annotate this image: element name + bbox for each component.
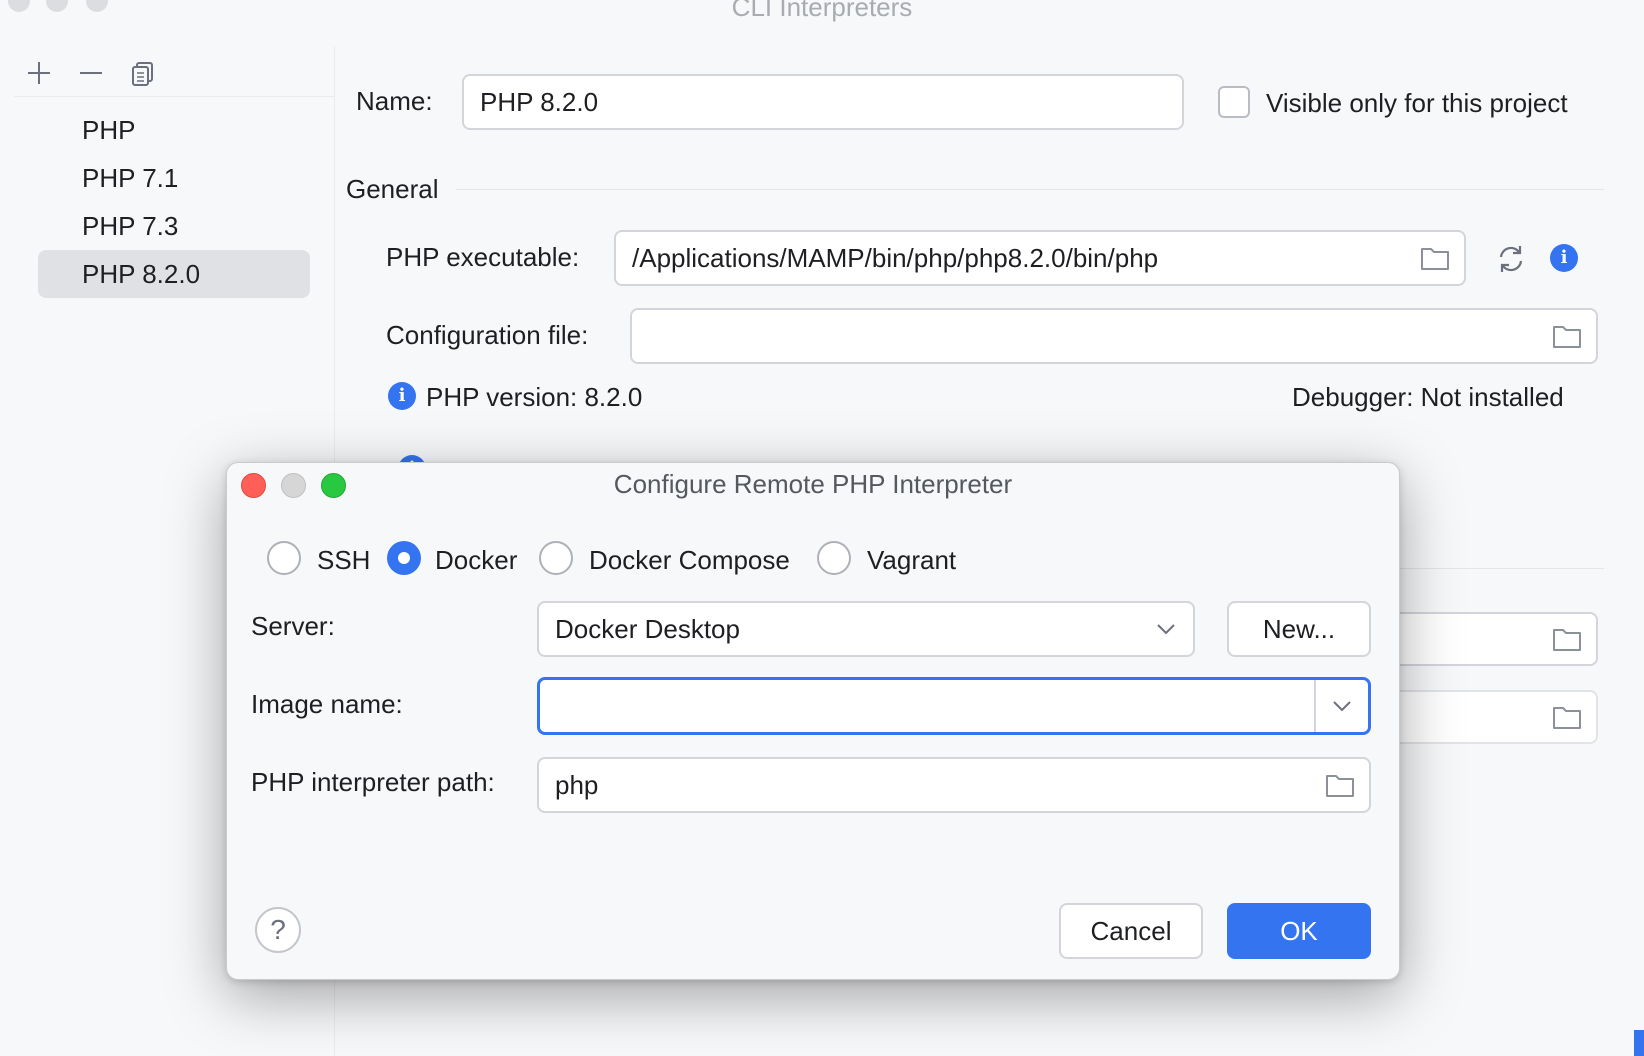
toolbar-separator — [14, 96, 335, 97]
image-name-dropdown-arrow[interactable] — [1314, 680, 1368, 732]
php-version-info-icon: i — [388, 382, 416, 410]
php-version-text: PHP version: 8.2.0 — [426, 382, 643, 412]
server-value: Docker Desktop — [555, 613, 740, 644]
visible-only-checkbox[interactable] — [1218, 86, 1250, 118]
docker-compose-radio-label[interactable]: Docker Compose — [589, 545, 790, 576]
folder-icon[interactable] — [1325, 772, 1355, 798]
ssh-radio-label[interactable]: SSH — [317, 545, 370, 576]
php-executable-label: PHP executable: — [386, 242, 580, 272]
window-edge-highlight — [1634, 1030, 1644, 1056]
php-executable-field[interactable]: /Applications/MAMP/bin/php/php8.2.0/bin/… — [614, 230, 1466, 286]
configure-remote-interpreter-dialog: Configure Remote PHP Interpreter SSH Doc… — [226, 462, 1400, 980]
name-value: PHP 8.2.0 — [480, 86, 599, 117]
vagrant-radio-label[interactable]: Vagrant — [867, 545, 956, 576]
chevron-down-icon — [1333, 701, 1351, 712]
window-title: CLI Interpreters — [731, 0, 913, 22]
debugger-status: Debugger: Not installed — [1292, 382, 1564, 413]
docker-compose-radio[interactable] — [539, 541, 573, 575]
general-section-divider — [456, 189, 1604, 190]
interpreter-path-label: PHP interpreter path: — [251, 767, 495, 797]
ok-button[interactable]: OK — [1227, 903, 1371, 959]
copy-interpreter-button[interactable] — [126, 56, 160, 90]
interpreter-label: PHP 7.1 — [82, 163, 179, 193]
general-section-header: General — [346, 174, 439, 204]
interpreter-label: PHP 7.3 — [82, 211, 179, 241]
interpreter-label: PHP — [82, 115, 136, 145]
interpreter-label: PHP 8.2.0 — [82, 259, 201, 289]
server-dropdown-arrow[interactable] — [1139, 603, 1193, 655]
folder-icon[interactable] — [1552, 323, 1582, 349]
docker-radio-label[interactable]: Docker — [435, 545, 517, 576]
name-label: Name: — [356, 86, 433, 116]
vagrant-radio[interactable] — [817, 541, 851, 575]
background-section-divider — [1400, 568, 1604, 569]
plus-icon — [28, 62, 50, 84]
name-field[interactable]: PHP 8.2.0 — [462, 74, 1184, 130]
image-name-label: Image name: — [251, 689, 403, 719]
image-name-combo[interactable] — [537, 677, 1371, 735]
chevron-down-icon — [1157, 624, 1175, 635]
cancel-button[interactable]: Cancel — [1059, 903, 1203, 959]
folder-icon[interactable] — [1420, 245, 1450, 271]
folder-icon[interactable] — [1552, 626, 1582, 652]
folder-icon[interactable] — [1552, 704, 1582, 730]
debugger-label: Debugger: — [1292, 382, 1414, 412]
config-file-field[interactable] — [630, 308, 1598, 364]
server-label: Server: — [251, 611, 335, 641]
minus-icon — [80, 72, 102, 74]
visible-only-label: Visible only for this project — [1266, 88, 1568, 118]
interpreter-list-item-php[interactable]: PHP — [38, 106, 310, 154]
remove-interpreter-button[interactable] — [74, 56, 108, 90]
config-file-label: Configuration file: — [386, 320, 589, 350]
help-button[interactable]: ? — [255, 907, 301, 953]
debugger-value: Not installed — [1420, 382, 1564, 412]
info-icon[interactable]: i — [1550, 244, 1578, 272]
dialog-title: Configure Remote PHP Interpreter — [613, 469, 1013, 499]
php-executable-value: /Applications/MAMP/bin/php/php8.2.0/bin/… — [632, 242, 1159, 273]
add-interpreter-button[interactable] — [22, 56, 56, 90]
interpreter-path-value: php — [555, 769, 599, 800]
interpreter-list-item-php-8-2-0[interactable]: PHP 8.2.0 — [38, 250, 310, 298]
ssh-radio[interactable] — [267, 541, 301, 575]
interpreter-list-item-php-7-1[interactable]: PHP 7.1 — [38, 154, 310, 202]
server-dropdown[interactable]: Docker Desktop — [537, 601, 1195, 657]
refresh-icon[interactable] — [1494, 242, 1528, 276]
docker-radio[interactable] — [387, 541, 421, 575]
copy-icon — [132, 62, 153, 86]
interpreter-path-field[interactable]: php — [537, 757, 1371, 813]
interpreter-list-item-php-7-3[interactable]: PHP 7.3 — [38, 202, 310, 250]
new-server-button[interactable]: New... — [1227, 601, 1371, 657]
